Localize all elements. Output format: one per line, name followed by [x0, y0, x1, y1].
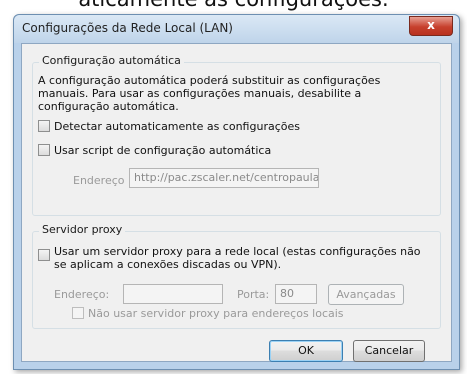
- auto-config-description-line2: manuais. Para usar as configurações manu…: [38, 87, 362, 100]
- proxy-server-legend: Servidor proxy: [39, 223, 126, 236]
- page-caption: aticamente as configurações.: [0, 0, 467, 11]
- auto-config-legend: Configuração automática: [39, 54, 184, 67]
- auto-config-description-line3: configuração automática.: [38, 100, 179, 113]
- dialog-body: Configuração automática A configuração a…: [21, 43, 452, 362]
- title-bar[interactable]: Configurações da Rede Local (LAN) x: [14, 15, 459, 43]
- proxy-port-label: Porta:: [237, 288, 270, 301]
- proxy-address-field[interactable]: [123, 284, 223, 304]
- detect-settings-label[interactable]: Detectar automaticamente as configuraçõe…: [54, 120, 300, 133]
- auto-config-script-label[interactable]: Usar script de configuração automática: [54, 144, 271, 157]
- proxy-port-field[interactable]: 80: [275, 284, 317, 304]
- use-proxy-label-line2[interactable]: se aplicam a conexões discadas ou VPN).: [54, 258, 281, 271]
- use-proxy-checkbox[interactable]: [38, 249, 50, 261]
- proxy-address-label: Endereço:: [54, 288, 110, 301]
- ok-button[interactable]: OK: [269, 340, 343, 362]
- auto-config-group: Configuração automática A configuração a…: [32, 54, 441, 216]
- use-proxy-label-line1[interactable]: Usar um servidor proxy para a rede local…: [54, 245, 421, 258]
- detect-settings-checkbox[interactable]: [38, 120, 50, 132]
- script-address-label: Endereço: [73, 174, 125, 187]
- dialog-title: Configurações da Rede Local (LAN): [22, 21, 233, 35]
- auto-config-script-checkbox[interactable]: [38, 144, 50, 156]
- proxy-server-group: Servidor proxy Usar um servidor proxy pa…: [32, 223, 441, 329]
- close-icon: x: [427, 18, 435, 32]
- close-button[interactable]: x: [409, 16, 453, 36]
- bypass-local-label[interactable]: Não usar servidor proxy para endereços l…: [88, 307, 344, 320]
- script-address-field[interactable]: http://pac.zscaler.net/centropaula: [129, 168, 319, 188]
- lan-settings-dialog: Configurações da Rede Local (LAN) x Conf…: [13, 14, 460, 370]
- auto-config-description-line1: A configuração automática poderá substit…: [38, 74, 381, 87]
- bypass-local-checkbox[interactable]: [72, 307, 84, 319]
- advanced-button[interactable]: Avançadas: [328, 284, 404, 305]
- cancel-button[interactable]: Cancelar: [353, 340, 425, 362]
